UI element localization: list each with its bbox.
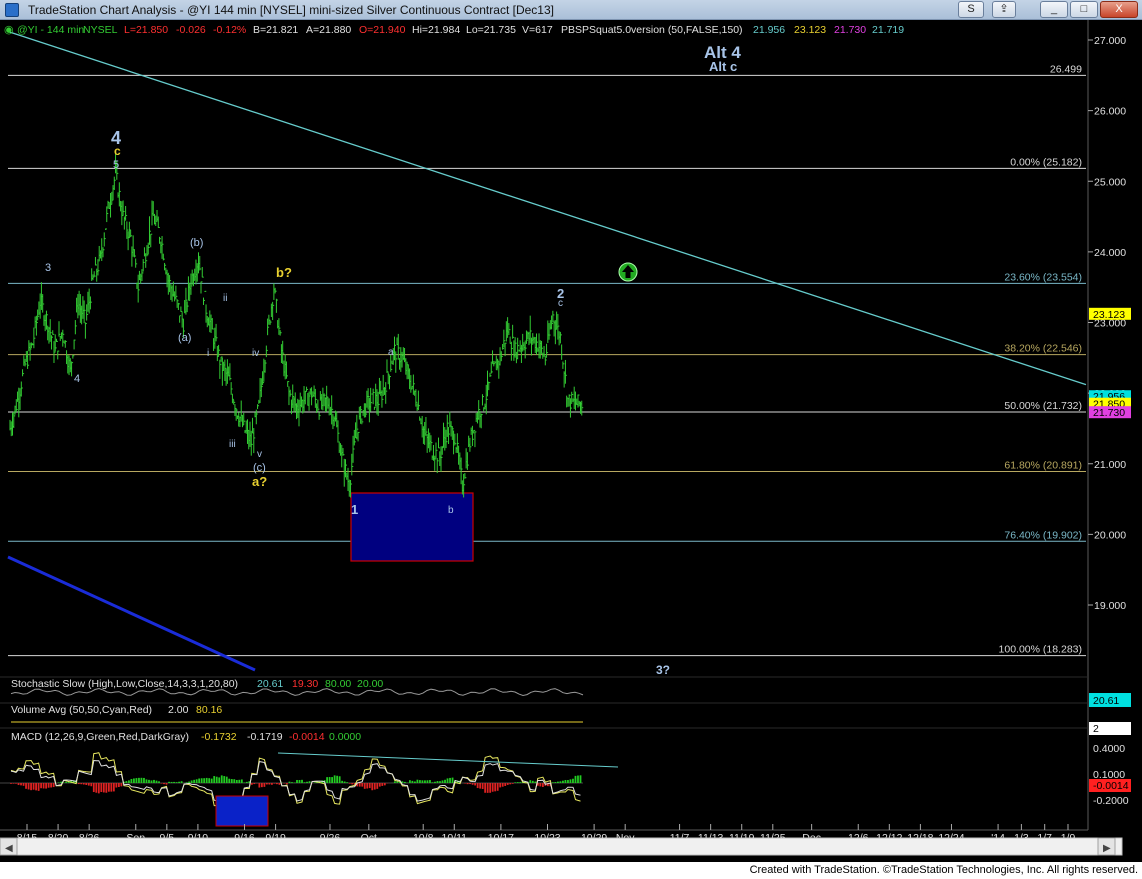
app-icon <box>5 3 19 17</box>
stochastic-axis-tag-text: 20.61 <box>1093 695 1119 707</box>
macd-axis-tag-text: -0.0014 <box>1093 780 1129 792</box>
header-ind-v2: 23.123 <box>794 24 826 36</box>
wave3-small-label: 3 <box>45 262 51 274</box>
macd-value-3: -0.0014 <box>289 731 325 743</box>
price-tag-label: 23.123 <box>1093 309 1125 321</box>
stochastic-value-3: 80.00 <box>325 678 351 690</box>
fib-label: 100.00% (18.283) <box>999 644 1082 656</box>
stochastic-value-4: 20.00 <box>357 678 383 690</box>
wave4-5-label: 5 <box>113 159 119 171</box>
price-tag-label: 21.730 <box>1093 407 1125 419</box>
fib-label: 38.20% (22.546) <box>1004 343 1082 355</box>
scroll-left-icon: ◀ <box>5 843 13 854</box>
volume-value-2: 80.16 <box>196 704 222 716</box>
macd-highlight-box[interactable] <box>215 795 269 827</box>
wave-ii-label: ii <box>223 293 227 304</box>
stochastic-name: Stochastic Slow (High,Low,Close,14,3,3,1… <box>11 678 238 690</box>
price-tick-label: 24.000 <box>1094 247 1126 259</box>
chart-header: ◉ @YI - 144 min NYSEL L=21.850 -0.026 -0… <box>4 24 904 36</box>
close-button[interactable]: X <box>1100 1 1138 18</box>
symbol-link-button[interactable]: S <box>958 1 984 18</box>
wave-v-label: v <box>257 449 262 460</box>
horizontal-scrollbar[interactable]: ◀ ▶ <box>0 837 1123 856</box>
pin-button[interactable]: ⇪ <box>992 1 1016 18</box>
stochastic-value-1: 20.61 <box>257 678 283 690</box>
header-change: -0.026 <box>176 24 206 36</box>
altc-label: Alt c <box>709 59 737 74</box>
chart-canvas[interactable]: 26.499 0.00% (25.182) 23.60% (23.554) 38.20… <box>0 20 1142 862</box>
macd-value-4: 0.0000 <box>329 731 361 743</box>
window-titlebar[interactable]: TradeStation Chart Analysis - @YI 144 mi… <box>0 0 1142 20</box>
header-ind-v4: 21.719 <box>872 24 904 36</box>
header-symbol: @YI - 144 min <box>17 24 84 36</box>
price-tick-label: 26.000 <box>1094 106 1126 118</box>
header-ind-v1: 21.956 <box>753 24 785 36</box>
price-tick-label: 25.000 <box>1094 176 1126 188</box>
wave-a-label: a <box>388 347 394 358</box>
price-tick-label: 27.000 <box>1094 35 1126 47</box>
header-bid: B=21.821 <box>253 24 298 36</box>
wave3-question-label: 3? <box>656 663 670 677</box>
fib-label: 50.00% (21.732) <box>1004 400 1082 412</box>
macd-name: MACD (12,26,9,Green,Red,DarkGray) <box>11 731 189 743</box>
price-tick-label: 19.000 <box>1094 600 1126 612</box>
macd-axis-tick-3: -0.2000 <box>1093 795 1129 807</box>
price-tick-label: 21.000 <box>1094 459 1126 471</box>
wave-iii-label: iii <box>229 439 236 450</box>
footer-text: Created with TradeStation. ©TradeStation… <box>749 864 1138 876</box>
wave2-c-label: c <box>558 298 563 309</box>
price-tick-label: 20.000 <box>1094 529 1126 541</box>
macd-value-2: -0.1719 <box>247 731 283 743</box>
fib-label: 0.00% (25.182) <box>1010 156 1082 168</box>
volume-axis-tag-text: 2 <box>1093 723 1099 735</box>
header-volume: V=617 <box>522 24 553 36</box>
fib-label: 23.60% (23.554) <box>1004 271 1082 283</box>
header-low: Lo=21.735 <box>466 24 516 36</box>
fib-label: 61.80% (20.891) <box>1004 459 1082 471</box>
fib-label: 26.499 <box>1050 63 1082 75</box>
volume-name: Volume Avg (50,50,Cyan,Red) <box>11 704 152 716</box>
macd-value-1: -0.1732 <box>201 731 237 743</box>
header-icon: ◉ <box>4 24 14 36</box>
wave-b-label: b <box>448 505 454 516</box>
wave-i-label: i <box>207 348 209 359</box>
maximize-button[interactable]: □ <box>1070 1 1098 18</box>
footer: Created with TradeStation. ©TradeStation… <box>0 862 1142 879</box>
macd-axis-tick-1: 0.4000 <box>1093 743 1125 755</box>
header-exchange: NYSEL <box>83 24 118 36</box>
wave-a-paren-label: (a) <box>178 332 191 344</box>
volume-value-1: 2.00 <box>168 704 189 716</box>
stochastic-value-2: 19.30 <box>292 678 318 690</box>
fib-label: 76.40% (19.902) <box>1004 529 1082 541</box>
header-ind-v3: 21.730 <box>834 24 866 36</box>
window-title: TradeStation Chart Analysis - @YI 144 mi… <box>28 3 554 17</box>
wave4-small-label: 4 <box>74 373 80 385</box>
wave1-label: 1 <box>351 502 358 517</box>
up-arrow-icon[interactable] <box>618 262 638 282</box>
header-ask: A=21.880 <box>306 24 351 36</box>
header-high: Hi=21.984 <box>412 24 460 36</box>
wave-iv-label: iv <box>252 348 259 359</box>
minimize-button[interactable]: _ <box>1040 1 1068 18</box>
header-last: L=21.850 <box>124 24 168 36</box>
scroll-right-icon: ▶ <box>1103 843 1111 854</box>
wave4-c-label: c <box>114 144 121 158</box>
target-box[interactable] <box>350 492 474 562</box>
wave-c-paren-label: (c) <box>253 462 266 474</box>
wave-a-question-label: a? <box>252 474 267 489</box>
wave-b-question-label: b? <box>276 265 292 280</box>
header-indicator-name: PBSPSquat5.0version (50,FALSE,150) <box>561 24 743 36</box>
chart-area[interactable]: 26.499 0.00% (25.182) 23.60% (23.554) 38.20… <box>0 20 1142 862</box>
header-open: O=21.940 <box>359 24 406 36</box>
wave-b-paren-label: (b) <box>190 237 203 249</box>
header-pct-change: -0.12% <box>213 24 246 36</box>
